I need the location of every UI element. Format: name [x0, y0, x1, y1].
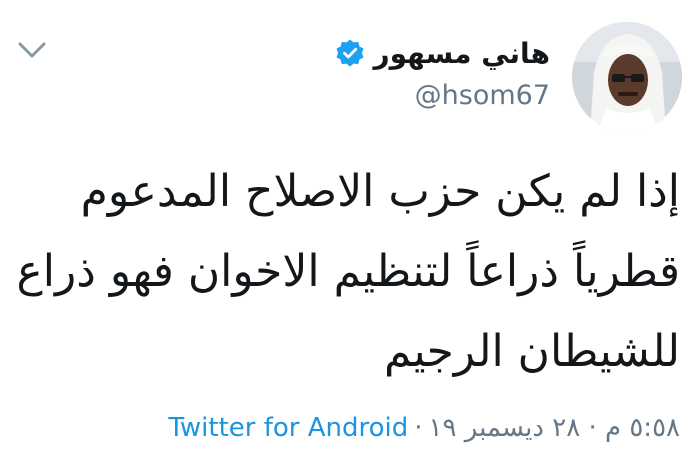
timestamp[interactable]: ٥:٥٨ م · ٢٨ ديسمبر ١٩ [429, 413, 680, 443]
chevron-down-icon[interactable] [16, 36, 48, 64]
display-name[interactable]: هاني مسهور [373, 37, 550, 70]
avatar[interactable] [572, 22, 682, 132]
verified-badge-icon [335, 38, 365, 68]
tweet-text-line: إذا لم يكن حزب الاصلاح المدعوم [80, 166, 680, 217]
meta-separator: · [414, 413, 423, 443]
author-handle[interactable]: @hsom67 [415, 80, 550, 111]
tweet-card: هاني مسهور @hsom67 إذا لم يكن حزب الاصلا… [0, 0, 700, 464]
tweet-text-line: للشيطان الرجيم [384, 326, 680, 377]
tweet-meta: Twitter for Android · ٥:٥٨ م · ٢٨ ديسمبر… [168, 408, 680, 448]
tweet-text: إذا لم يكن حزب الاصلاح المدعوم قطرياً ذر… [16, 152, 680, 392]
tweet-text-line: قطرياً ذراعاً لتنظيم الاخوان فهو ذراع [16, 246, 680, 297]
source-link[interactable]: Twitter for Android [168, 413, 408, 443]
author-name-row: هاني مسهور [335, 30, 550, 76]
